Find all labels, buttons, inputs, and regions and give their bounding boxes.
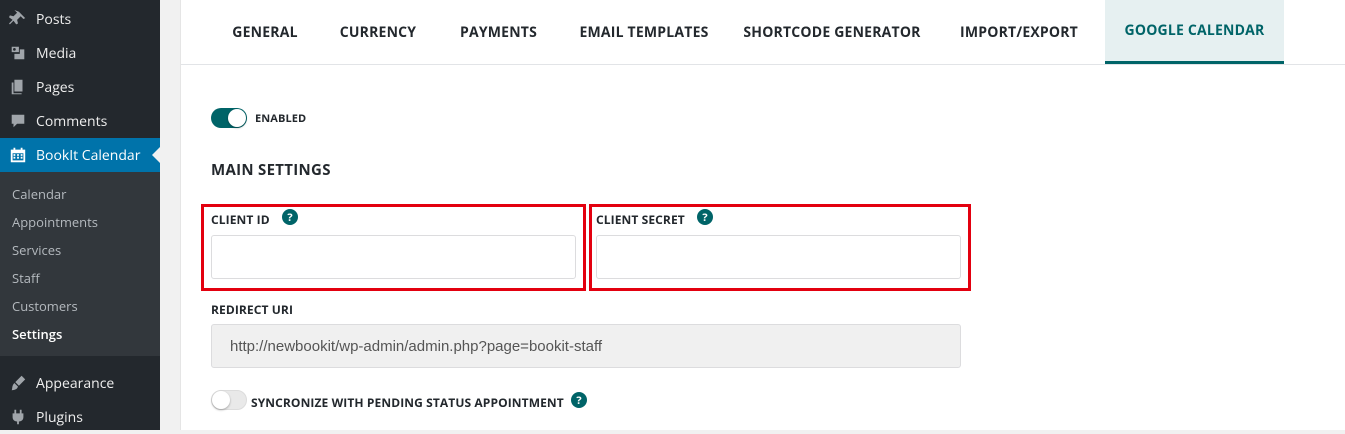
enabled-toggle[interactable] (211, 108, 247, 128)
sidebar-item-pages[interactable]: Pages (0, 70, 160, 104)
redirect-uri-label: REDIRECT URI (211, 301, 294, 318)
sync-pending-toggle[interactable] (211, 390, 247, 410)
section-title: MAIN SETTINGS (211, 160, 331, 180)
sync-pending-label: SYNCRONIZE WITH PENDING STATUS APPOINTME… (251, 394, 564, 411)
sidebar-item-label: Pages (36, 77, 75, 97)
sidebar-item-label: Posts (36, 9, 72, 29)
submenu-item-staff[interactable]: Staff (12, 269, 40, 287)
tab-general[interactable]: GENERAL (221, 0, 309, 64)
settings-tabs: GENERAL CURRENCY PAYMENTS EMAIL TEMPLATE… (181, 0, 1345, 65)
redirect-uri-field[interactable] (211, 324, 961, 368)
pin-icon (8, 9, 28, 29)
tab-email-templates[interactable]: EMAIL TEMPLATES (571, 0, 717, 64)
submenu-item-services[interactable]: Services (12, 241, 61, 259)
sidebar-item-label: Plugins (36, 407, 83, 427)
submenu-item-customers[interactable]: Customers (12, 297, 78, 315)
enabled-label: ENABLED (255, 111, 307, 126)
submenu-item-calendar[interactable]: Calendar (12, 185, 66, 203)
plugin-icon (8, 407, 28, 427)
client-secret-help-icon[interactable]: ? (697, 209, 713, 225)
sync-pending-help-icon[interactable]: ? (571, 392, 587, 408)
sidebar-item-media[interactable]: Media (0, 36, 160, 70)
client-secret-label: CLIENT SECRET (596, 211, 685, 228)
tab-import-export[interactable]: IMPORT/EXPORT (957, 0, 1081, 64)
sidebar-item-label: Appearance (36, 373, 115, 393)
media-icon (8, 43, 28, 63)
brush-icon (8, 373, 28, 393)
tab-google-calendar[interactable]: GOOGLE CALENDAR (1105, 0, 1284, 64)
pages-icon (8, 77, 28, 97)
calendar-icon (8, 145, 28, 165)
tab-payments[interactable]: PAYMENTS (451, 0, 546, 64)
submenu-item-appointments[interactable]: Appointments (12, 213, 98, 231)
sidebar-item-posts[interactable]: Posts (0, 2, 160, 36)
tab-currency[interactable]: CURRENCY (331, 0, 425, 64)
sidebar-item-comments[interactable]: Comments (0, 104, 160, 138)
client-id-input[interactable] (211, 235, 576, 279)
active-menu-arrow (152, 147, 160, 163)
sidebar-item-label: Media (36, 43, 77, 63)
comment-icon (8, 111, 28, 131)
sidebar-item-appearance[interactable]: Appearance (0, 366, 160, 400)
admin-sidebar: Posts Media Pages Comments BookIt Calend… (0, 0, 160, 430)
client-id-help-icon[interactable]: ? (282, 209, 298, 225)
client-secret-input[interactable] (596, 235, 961, 279)
settings-panel: GENERAL CURRENCY PAYMENTS EMAIL TEMPLATE… (180, 0, 1345, 430)
sidebar-item-bookit-calendar[interactable]: BookIt Calendar (0, 138, 160, 172)
submenu-item-settings[interactable]: Settings (12, 325, 62, 343)
sidebar-item-label: BookIt Calendar (36, 145, 141, 165)
sidebar-item-plugins[interactable]: Plugins (0, 400, 160, 434)
toggle-knob (212, 391, 230, 409)
tab-shortcode-generator[interactable]: SHORTCODE GENERATOR (741, 0, 923, 64)
client-id-label: CLIENT ID (211, 211, 270, 228)
sidebar-item-label: Comments (36, 111, 108, 131)
toggle-knob (228, 109, 246, 127)
bookit-submenu: Calendar Appointments Services Staff Cus… (0, 172, 160, 356)
